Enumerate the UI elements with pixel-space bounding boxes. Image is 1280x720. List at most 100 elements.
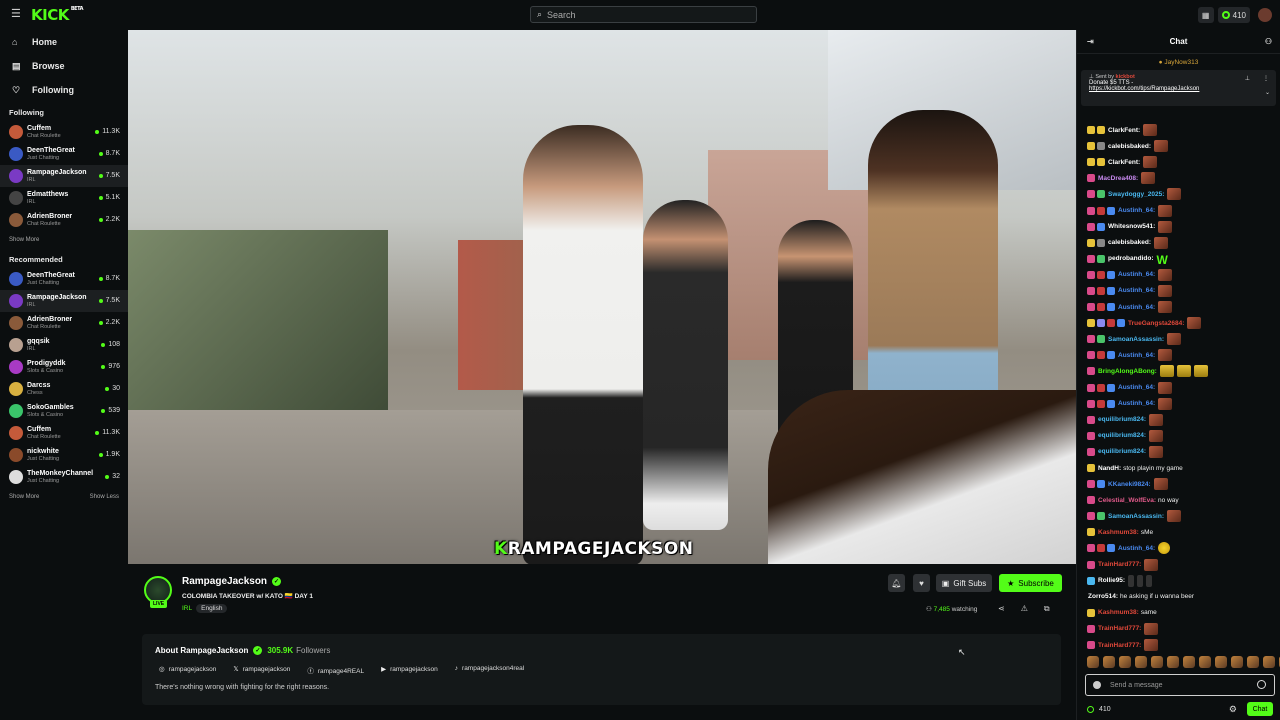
category-link[interactable]: IRL <box>182 605 192 612</box>
chevron-down-icon[interactable]: ⌄ <box>1265 89 1270 96</box>
channel-item[interactable]: DeenTheGreat Just Chatting 8.7K <box>0 268 128 290</box>
chat-message[interactable]: Kashmum38: sMe <box>1087 524 1277 540</box>
users-icon[interactable]: ⚇ <box>1265 37 1272 46</box>
kick-logo[interactable]: KICK BETA <box>31 6 83 24</box>
chat-username[interactable]: Swaydoggy_2025: <box>1108 191 1164 198</box>
nav-item-following[interactable]: ♡ Following <box>0 78 128 102</box>
pinned-link[interactable]: https://kickbot.com/tips/RampageJackson <box>1089 86 1268 92</box>
chat-message[interactable]: Austinh_64: <box>1087 283 1277 299</box>
channel-item[interactable]: Cuffem Chat Roulette 11.3K <box>0 422 128 444</box>
language-tag[interactable]: English <box>196 604 228 613</box>
show-more-link[interactable]: Show More <box>9 494 39 500</box>
chat-username[interactable]: Austinh_64: <box>1118 352 1155 359</box>
channel-item[interactable]: Darcss Chess 30 <box>0 378 128 400</box>
chat-username[interactable]: Austinh_64: <box>1118 545 1155 552</box>
chat-message[interactable]: Austinh_64: <box>1087 299 1277 315</box>
channel-item[interactable]: RampageJackson IRL 7.5K <box>0 165 128 187</box>
show-less-link[interactable]: Show Less <box>90 494 119 500</box>
chat-username[interactable]: MacDrea408: <box>1098 175 1138 182</box>
chat-points[interactable]: 410 <box>1087 705 1111 713</box>
chat-username[interactable]: Kashmum38: <box>1098 529 1139 536</box>
chat-message[interactable]: Swaydoggy_2025: <box>1087 186 1277 202</box>
chat-username[interactable]: NandH: <box>1098 465 1121 472</box>
channel-item[interactable]: DeenTheGreat Just Chatting 8.7K <box>0 143 128 165</box>
social-link[interactable]: ▶ rampagejackson <box>381 665 438 675</box>
chat-username[interactable]: SamoanAssassin: <box>1108 336 1164 343</box>
chat-message[interactable]: Austinh_64: <box>1087 396 1277 412</box>
chat-message[interactable]: TrainHard777: <box>1087 557 1277 573</box>
chat-username[interactable]: Austinh_64: <box>1118 384 1155 391</box>
chat-message[interactable]: Austinh_64: <box>1087 380 1277 396</box>
channel-item[interactable]: Edmatthews IRL 5.1K <box>0 187 128 209</box>
chat-input[interactable]: Send a message <box>1085 674 1275 696</box>
emote-picker-icon[interactable] <box>1151 656 1163 668</box>
user-avatar[interactable] <box>1258 8 1272 22</box>
more-icon[interactable]: ⋮ <box>1263 75 1269 82</box>
chat-message[interactable]: Austinh_64: <box>1087 540 1277 556</box>
channel-item[interactable]: gqqsik IRL 108 <box>0 334 128 356</box>
send-chat-button[interactable]: Chat <box>1247 702 1273 716</box>
chat-username[interactable]: TrainHard777: <box>1098 642 1141 649</box>
collapse-chat-icon[interactable]: ⇥ <box>1087 37 1094 46</box>
chat-username[interactable]: Austinh_64: <box>1118 304 1155 311</box>
chat-message[interactable]: Rollie95: <box>1087 573 1277 589</box>
channel-item[interactable]: AdrienBroner Chat Roulette 2.2K <box>0 312 128 334</box>
chat-username[interactable]: Rollie95: <box>1098 577 1125 584</box>
emote-picker-icon[interactable] <box>1135 656 1147 668</box>
chat-message[interactable]: Austinh_64: <box>1087 267 1277 283</box>
chat-username[interactable]: equilibrium824: <box>1098 416 1146 423</box>
channel-name[interactable]: RampageJackson <box>182 576 267 587</box>
chat-message[interactable]: BringAlongABong: <box>1087 363 1277 379</box>
chat-username[interactable]: Austinh_64: <box>1118 400 1155 407</box>
social-link[interactable]: ◎ rampagejackson <box>159 665 216 675</box>
report-icon[interactable]: ⚠ <box>1021 604 1028 614</box>
chat-message[interactable]: MacDrea408: <box>1087 170 1277 186</box>
chat-message[interactable]: ClarkFent: <box>1087 154 1277 170</box>
subscribe-button[interactable]: ★ Subscribe <box>999 574 1062 592</box>
menu-icon[interactable]: ☰ <box>11 9 21 20</box>
chat-message[interactable]: KKaneki9824: <box>1087 476 1277 492</box>
chat-username[interactable]: TrainHard777: <box>1098 561 1141 568</box>
chat-message[interactable]: TrainHard777: <box>1087 621 1277 637</box>
emote-picker-icon[interactable] <box>1183 656 1195 668</box>
share-icon[interactable]: ⋖ <box>998 604 1005 614</box>
chat-username[interactable]: Austinh_64: <box>1118 271 1155 278</box>
chat-username[interactable]: Kashmum38: <box>1098 609 1139 616</box>
channel-item[interactable]: RampageJackson IRL 7.5K <box>0 290 128 312</box>
channel-item[interactable]: Cuffem Chat Roulette 11.3K <box>0 121 128 143</box>
search-input[interactable]: ⌕ Search <box>530 6 757 23</box>
chat-message[interactable]: Celestial_WolfEva: no way <box>1087 492 1277 508</box>
notification-button[interactable]: 🔔︎ <box>888 574 905 592</box>
chat-message[interactable]: equilibrium824: <box>1087 428 1277 444</box>
video-player[interactable]: KRAMPAGEJACKSON <box>128 30 1076 564</box>
unpin-icon[interactable]: ⊥ <box>1245 75 1250 82</box>
chat-message[interactable]: calebisbaked: <box>1087 235 1277 251</box>
social-link[interactable]: ♪ rampagejackson4real <box>455 665 524 675</box>
channel-item[interactable]: nickwhite Just Chatting 1.9K <box>0 444 128 466</box>
chat-message[interactable]: Zorro514: he asking if u wanna beer <box>1087 589 1277 605</box>
social-link[interactable]: 𝕏rampagejackson <box>233 665 290 675</box>
channel-item[interactable]: AdrienBroner Chat Roulette 2.2K <box>0 209 128 231</box>
emote-picker-icon[interactable] <box>1103 656 1115 668</box>
chat-message[interactable]: TrainHard777: <box>1087 637 1277 653</box>
social-link[interactable]: ⓕ rampage4REAL <box>307 665 364 675</box>
emote-picker-icon[interactable] <box>1199 656 1211 668</box>
chat-username[interactable]: Whitesnow541: <box>1108 223 1155 230</box>
emote-picker-icon[interactable] <box>1087 656 1099 668</box>
chat-username[interactable]: SamoanAssassin: <box>1108 513 1164 520</box>
chat-message[interactable]: SamoanAssassin: <box>1087 508 1277 524</box>
chat-username[interactable]: Austinh_64: <box>1118 287 1155 294</box>
channel-item[interactable]: TheMonkeyChannel Just Chatting 32 <box>0 466 128 488</box>
channel-item[interactable]: SokoGambles Slots & Casino 539 <box>0 400 128 422</box>
chat-username[interactable]: ClarkFent: <box>1108 159 1140 166</box>
chat-username[interactable]: calebisbaked: <box>1108 143 1151 150</box>
gift-subs-button[interactable]: ▣ Gift Subs <box>936 574 992 592</box>
chat-username[interactable]: equilibrium824: <box>1098 448 1146 455</box>
chat-message[interactable]: Whitesnow541: <box>1087 219 1277 235</box>
chat-username[interactable]: pedrobandido: <box>1108 255 1154 262</box>
chat-message[interactable]: calebisbaked: <box>1087 138 1277 154</box>
chat-message[interactable]: Austinh_64: <box>1087 347 1277 363</box>
nav-item-browse[interactable]: ▤ Browse <box>0 54 128 78</box>
emote-picker-icon[interactable] <box>1263 656 1275 668</box>
emoji-icon[interactable] <box>1257 680 1266 689</box>
